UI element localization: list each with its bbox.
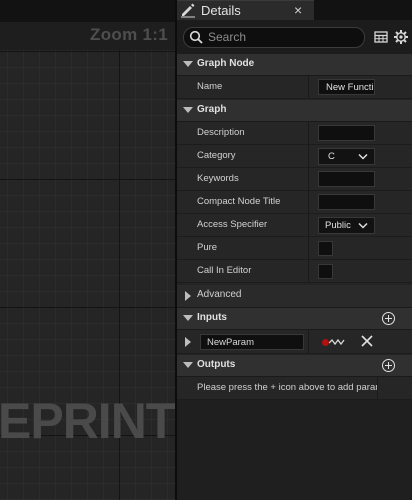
remove-param-icon[interactable] [361,335,373,347]
section-graph[interactable]: Graph [177,100,412,122]
section-title: Advanced [197,289,242,300]
column-divider [308,122,309,145]
category-value: C [328,151,335,162]
access-specifier-value: Public [325,220,351,231]
keywords-label: Keywords [197,173,239,184]
pure-label: Pure [197,242,218,253]
call-in-editor-label: Call In Editor [197,265,252,276]
column-divider [308,168,309,191]
section-outputs[interactable]: Outputs [177,355,412,377]
caret-down-icon [183,315,193,321]
access-specifier-combo[interactable]: Public [318,217,375,234]
outputs-hint-row: Please press the + icon above to add par… [177,377,412,400]
column-divider [308,145,309,168]
row-call-in-editor: Call In Editor [177,260,412,283]
graph-canvas[interactable]: Zoom 1:1 EPRINT [0,0,177,500]
row-access-specifier: Access Specifier Public [177,214,412,237]
section-title: Graph Node [197,58,255,69]
access-specifier-label: Access Specifier [197,219,268,230]
tab-title: Details [201,3,241,18]
chevron-down-icon [358,222,368,229]
category-label: Category [197,150,236,161]
search-input[interactable] [208,29,356,45]
table-view-icon[interactable] [373,29,389,45]
category-combo[interactable]: C [318,148,375,165]
caret-down-icon [183,362,193,368]
zoom-label: Zoom 1:1 [90,25,168,44]
caret-down-icon [183,61,193,67]
chevron-down-icon [358,153,368,160]
column-divider [308,214,309,237]
call-in-editor-checkbox[interactable] [318,264,333,279]
close-icon[interactable]: × [294,2,302,18]
caret-right-icon[interactable] [185,337,191,347]
details-panel: Details × Search Graph Node Name New Fun… [177,0,412,500]
param-name-field[interactable]: NewParam [200,334,304,350]
pencil-icon [181,3,195,18]
column-divider [308,330,309,354]
row-name: Name New Functi [177,76,412,99]
pin-type-menu-icon[interactable] [329,336,346,348]
graph-toolbar [0,0,177,22]
column-divider [308,76,309,99]
section-title: Graph [197,104,227,115]
blueprint-watermark: EPRINT [0,393,176,449]
compact-title-label: Compact Node Title [197,196,281,207]
keywords-field[interactable] [318,171,375,187]
description-field[interactable] [318,125,375,141]
panel-empty-area [177,400,412,500]
search-box[interactable] [183,27,365,48]
row-description: Description [177,122,412,145]
input-param-row: NewParam [177,330,412,354]
row-keywords: Keywords [177,168,412,191]
column-divider [308,260,309,283]
column-divider [308,191,309,214]
pin-type-icon[interactable] [322,339,329,346]
outputs-hint: Please press the + icon above to add par… [197,382,377,393]
row-compact-title: Compact Node Title [177,191,412,214]
row-category: Category C [177,145,412,168]
row-pure: Pure [177,237,412,260]
section-title: Inputs [197,312,227,323]
section-graph-node[interactable]: Graph Node [177,54,412,76]
name-field[interactable]: New Functi [318,79,375,95]
compact-title-field[interactable] [318,194,375,210]
section-advanced[interactable]: Advanced [177,285,412,308]
search-icon [189,30,203,44]
caret-down-icon [183,107,193,113]
add-output-button[interactable] [382,359,395,372]
caret-right-icon [185,291,191,301]
column-divider [308,237,309,260]
add-input-button[interactable] [382,312,395,325]
description-label: Description [197,127,245,138]
tab-details[interactable]: Details × [177,0,314,20]
section-inputs[interactable]: Inputs [177,308,412,330]
search-toolbar [177,20,412,54]
pure-checkbox[interactable] [318,241,333,256]
gear-icon[interactable] [393,29,409,45]
tab-bar: Details × [177,0,412,20]
column-divider [377,377,378,400]
name-label: Name [197,81,223,92]
section-title: Outputs [197,359,236,370]
